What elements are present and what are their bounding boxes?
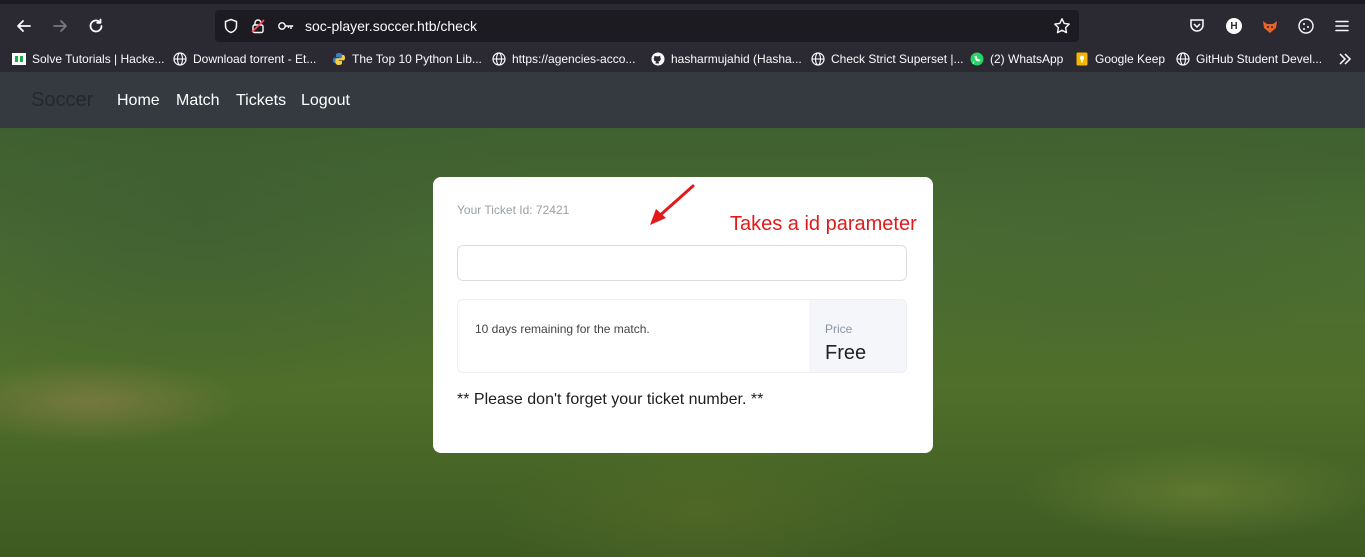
address-bar[interactable]: soc-player.soccer.htb/check: [215, 10, 1079, 42]
nav-link-logout[interactable]: Logout: [301, 92, 350, 110]
cookie-extension-button[interactable]: [1295, 15, 1317, 37]
forward-arrow-icon: [53, 20, 67, 32]
back-arrow-icon: [17, 20, 31, 32]
reload-button[interactable]: [82, 12, 110, 40]
bookmark-star-icon[interactable]: [1053, 17, 1071, 35]
back-button[interactable]: [10, 12, 38, 40]
cookie-icon: [1298, 18, 1314, 34]
bookmark-label: Check Strict Superset |...: [831, 52, 964, 66]
nav-link-match[interactable]: Match: [176, 92, 220, 110]
ticket-id-input[interactable]: [457, 245, 907, 281]
bookmark-item[interactable]: Solve Tutorials | Hacke...: [12, 50, 165, 68]
site-navbar: Soccer Home Match Tickets Logout: [0, 72, 1365, 128]
nav-link-home[interactable]: Home: [117, 92, 160, 110]
browser-toolbar: soc-player.soccer.htb/check H: [0, 0, 1365, 46]
price-value: Free: [825, 342, 867, 364]
bookmarks-overflow-button[interactable]: [1338, 50, 1352, 68]
bookmark-item[interactable]: Google Keep: [1075, 50, 1165, 68]
bookmark-label: (2) WhatsApp: [990, 52, 1064, 66]
bookmark-item[interactable]: https://agencies-acco...: [492, 50, 635, 68]
profile-initial: H: [1230, 20, 1238, 32]
bookmark-item[interactable]: Check Strict Superset |...: [811, 50, 964, 68]
globe-icon: [1176, 52, 1190, 66]
hamburger-menu-icon: [1335, 20, 1349, 32]
tracking-protection-shield-icon[interactable]: [222, 17, 240, 35]
annotation-arrow-icon: [650, 184, 695, 225]
bookmark-label: Google Keep: [1095, 52, 1166, 66]
bookmark-label: GitHub Student Devel...: [1196, 52, 1323, 66]
reload-icon: [89, 18, 103, 33]
hackerrank-icon: [12, 52, 26, 66]
bookmark-label: https://agencies-acco...: [512, 52, 636, 66]
nav-link-tickets[interactable]: Tickets: [236, 92, 286, 110]
pocket-button[interactable]: [1186, 15, 1208, 37]
site-brand[interactable]: Soccer: [31, 89, 93, 112]
price-label: Price: [825, 322, 853, 336]
days-remaining-text: 10 days remaining for the match.: [475, 322, 650, 336]
profile-avatar: H: [1226, 18, 1242, 34]
menu-button[interactable]: [1331, 15, 1353, 37]
chevron-double-right-icon: [1339, 53, 1352, 65]
page-viewport: Soccer Home Match Tickets Logout Your Ti…: [0, 72, 1365, 557]
ticket-id-label: Your Ticket Id: 72421: [457, 203, 570, 217]
github-icon: [651, 52, 665, 66]
match-info-box: 10 days remaining for the match. Price F…: [457, 299, 907, 373]
globe-icon: [811, 52, 825, 66]
url-text[interactable]: soc-player.soccer.htb/check: [305, 17, 477, 35]
whatsapp-icon: [970, 52, 984, 66]
annotation-text: Takes a id parameter: [730, 213, 917, 235]
key-icon[interactable]: [277, 17, 295, 35]
account-button[interactable]: H: [1223, 15, 1245, 37]
python-icon: [332, 52, 346, 66]
bookmark-item[interactable]: (2) WhatsApp: [970, 50, 1063, 68]
bookmark-label: The Top 10 Python Lib...: [352, 52, 482, 66]
pocket-icon: [1190, 19, 1204, 32]
bookmark-label: Solve Tutorials | Hacke...: [32, 52, 165, 66]
globe-icon: [492, 52, 506, 66]
insecure-lock-icon[interactable]: [249, 17, 267, 35]
foxyproxy-extension-icon: [1263, 21, 1277, 33]
extension-button[interactable]: [1259, 15, 1281, 37]
price-panel: Price Free: [809, 300, 906, 372]
globe-icon: [173, 52, 187, 66]
bookmark-item[interactable]: The Top 10 Python Lib...: [332, 50, 482, 68]
bookmark-item[interactable]: GitHub Student Devel...: [1176, 50, 1322, 68]
bookmark-label: hasharmujahid (Hasha...: [671, 52, 802, 66]
keep-icon: [1075, 52, 1089, 66]
bookmark-label: Download torrent - Et...: [193, 52, 317, 66]
bookmarks-bar: Solve Tutorials | Hacke... Download torr…: [0, 46, 1365, 72]
ticket-reminder-note: ** Please don't forget your ticket numbe…: [457, 391, 764, 408]
bookmark-item[interactable]: hasharmujahid (Hasha...: [651, 50, 802, 68]
forward-button[interactable]: [46, 12, 74, 40]
bookmark-item[interactable]: Download torrent - Et...: [173, 50, 316, 68]
